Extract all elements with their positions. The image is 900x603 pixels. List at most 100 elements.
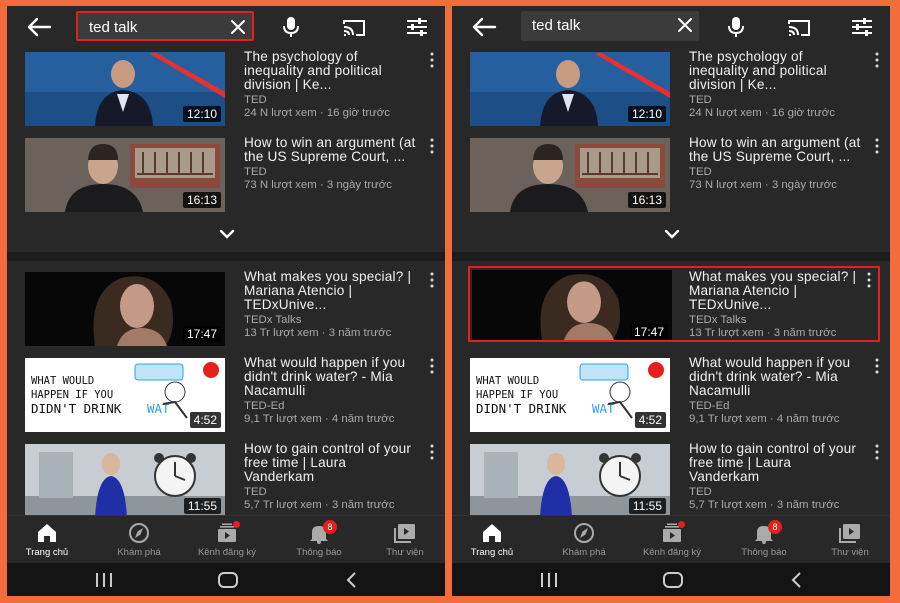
cast-icon[interactable] <box>341 18 367 38</box>
nav-label: Kênh đăng ký <box>642 547 702 558</box>
nav-home[interactable]: Trang chủ <box>7 516 87 564</box>
close-icon[interactable] <box>230 19 246 35</box>
home-icon <box>38 524 56 542</box>
video-meta: 5,7 Tr lượt xem · 3 năm trước <box>244 499 395 511</box>
cast-icon[interactable] <box>786 18 812 38</box>
more-results: 17:47 What makes you special? | Mariana … <box>452 261 890 518</box>
video-result[interactable]: 11:55 How to gain control of your free t… <box>452 442 890 524</box>
video-thumbnail[interactable]: 12:10 <box>25 52 225 126</box>
arrow-left-icon[interactable] <box>25 16 53 38</box>
nav-library[interactable]: Thư viện <box>365 516 445 564</box>
nav-label: Trang chủ <box>470 547 514 558</box>
video-title: The psychology of inequality and politic… <box>244 50 382 92</box>
thumb-text-line: HAPPEN IF YOU <box>31 389 113 401</box>
search-query: ted talk <box>89 19 138 36</box>
thumb-text-line: DIDN'T DRINK <box>31 401 122 416</box>
filter-sliders-icon[interactable] <box>405 17 429 37</box>
back-button-icon[interactable] <box>790 571 804 589</box>
bottom-navigation: Trang chủ Khám phá Kênh đăng ký 8 Thông … <box>452 515 890 564</box>
nav-label: Khám phá <box>562 547 606 558</box>
thumb-text-line: DIDN'T DRINK <box>476 401 567 416</box>
nav-explore[interactable]: Khám phá <box>544 516 624 564</box>
video-channel: TED <box>689 166 712 178</box>
video-channel: TED-Ed <box>689 400 730 412</box>
nav-subscriptions[interactable]: Kênh đăng ký <box>187 516 267 564</box>
bottom-navigation: Trang chủ Khám phá Kênh đăng ký 8 Thông … <box>7 515 445 564</box>
close-icon[interactable] <box>677 17 693 33</box>
notification-dot <box>678 521 685 528</box>
nav-home[interactable]: Trang chủ <box>452 516 532 564</box>
video-thumbnail[interactable]: 11:55 <box>470 444 670 518</box>
back-button-icon[interactable] <box>345 571 359 589</box>
chevron-down-icon[interactable] <box>219 228 235 240</box>
video-result[interactable]: 16:13 How to win an argument (at the US … <box>452 136 890 218</box>
more-vertical-icon[interactable] <box>866 272 872 288</box>
video-result[interactable]: 11:55 How to gain control of your free t… <box>7 442 445 524</box>
more-vertical-icon[interactable] <box>874 358 880 374</box>
video-meta: 73 N lượt xem · 3 ngày trước <box>244 179 392 191</box>
video-result[interactable]: WHAT WOULD HAPPEN IF YOU DIDN'T DRINK WA… <box>7 356 445 438</box>
home-button-icon[interactable] <box>662 571 684 589</box>
more-vertical-icon[interactable] <box>429 52 435 68</box>
more-vertical-icon[interactable] <box>874 52 880 68</box>
video-result[interactable]: 12:10 The psychology of inequality and p… <box>7 50 445 132</box>
video-result[interactable]: 17:47 What makes you special? | Mariana … <box>7 270 445 352</box>
video-meta: 9,1 Tr lượt xem · 4 năm trước <box>244 413 395 425</box>
video-meta: 9,1 Tr lượt xem · 4 năm trước <box>689 413 840 425</box>
video-thumbnail[interactable]: 12:10 <box>470 52 670 126</box>
filter-sliders-icon[interactable] <box>850 17 874 37</box>
video-result[interactable]: WHAT WOULD HAPPEN IF YOU DIDN'T DRINK WA… <box>452 356 890 438</box>
nav-library[interactable]: Thư viện <box>810 516 890 564</box>
video-thumbnail[interactable]: 11:55 <box>25 444 225 518</box>
notification-count-badge: 8 <box>768 520 782 534</box>
video-title: What would happen if you didn't drink wa… <box>689 356 851 398</box>
more-vertical-icon[interactable] <box>429 138 435 154</box>
library-icon <box>394 524 415 543</box>
video-thumbnail[interactable]: WHAT WOULD HAPPEN IF YOU DIDN'T DRINK WA… <box>470 358 670 432</box>
more-vertical-icon[interactable] <box>429 358 435 374</box>
video-thumbnail[interactable]: 16:13 <box>470 138 670 212</box>
system-navigation-bar <box>452 563 890 596</box>
video-duration: 12:10 <box>627 106 666 122</box>
nav-explore[interactable]: Khám phá <box>99 516 179 564</box>
more-vertical-icon[interactable] <box>429 272 435 288</box>
nav-notifications[interactable]: 8 Thông báo <box>279 516 359 564</box>
home-button-icon[interactable] <box>217 571 239 589</box>
video-thumbnail[interactable]: WHAT WOULD HAPPEN IF YOU DIDN'T DRINK WA… <box>25 358 225 432</box>
top-results: 12:10 The psychology of inequality and p… <box>7 48 445 252</box>
top-results: 12:10 The psychology of inequality and p… <box>452 48 890 252</box>
more-vertical-icon[interactable] <box>429 444 435 460</box>
video-thumbnail[interactable]: 16:13 <box>25 138 225 212</box>
video-thumbnail[interactable]: 17:47 <box>25 272 225 346</box>
microphone-icon[interactable] <box>726 16 746 38</box>
arrow-left-icon[interactable] <box>470 16 498 38</box>
video-meta: 24 N lượt xem · 16 giờ trước <box>244 107 390 119</box>
video-result-highlighted[interactable]: 17:47 What makes you special? | Mariana … <box>468 266 880 342</box>
nav-subscriptions[interactable]: Kênh đăng ký <box>632 516 712 564</box>
video-channel: TEDx Talks <box>689 314 747 326</box>
video-duration: 17:47 <box>629 324 668 340</box>
search-input[interactable]: ted talk <box>521 11 699 41</box>
nav-notifications[interactable]: 8 Thông báo <box>724 516 804 564</box>
video-title: How to win an argument (at the US Suprem… <box>689 136 861 164</box>
microphone-icon[interactable] <box>281 16 301 38</box>
more-vertical-icon[interactable] <box>874 444 880 460</box>
video-thumbnail[interactable]: 17:47 <box>472 270 672 344</box>
recent-apps-icon[interactable] <box>538 571 560 589</box>
nav-label: Thư viện <box>386 547 424 558</box>
recent-apps-icon[interactable] <box>93 571 115 589</box>
more-vertical-icon[interactable] <box>874 138 880 154</box>
video-result[interactable]: 16:13 How to win an argument (at the US … <box>7 136 445 218</box>
phone-screen-right: ted talk 12:10 The psychology of inequal… <box>452 6 890 596</box>
video-result[interactable]: 12:10 The psychology of inequality and p… <box>452 50 890 132</box>
video-duration: 4:52 <box>189 412 221 428</box>
section-divider <box>452 252 890 261</box>
nav-label: Thư viện <box>831 547 869 558</box>
more-results: 17:47 What makes you special? | Mariana … <box>7 261 445 518</box>
search-input[interactable]: ted talk <box>76 11 254 41</box>
video-title: The psychology of inequality and politic… <box>689 50 827 92</box>
video-channel: TED <box>244 166 267 178</box>
chevron-down-icon[interactable] <box>664 228 680 240</box>
video-duration: 11:55 <box>183 498 221 514</box>
video-channel: TED <box>689 94 712 106</box>
